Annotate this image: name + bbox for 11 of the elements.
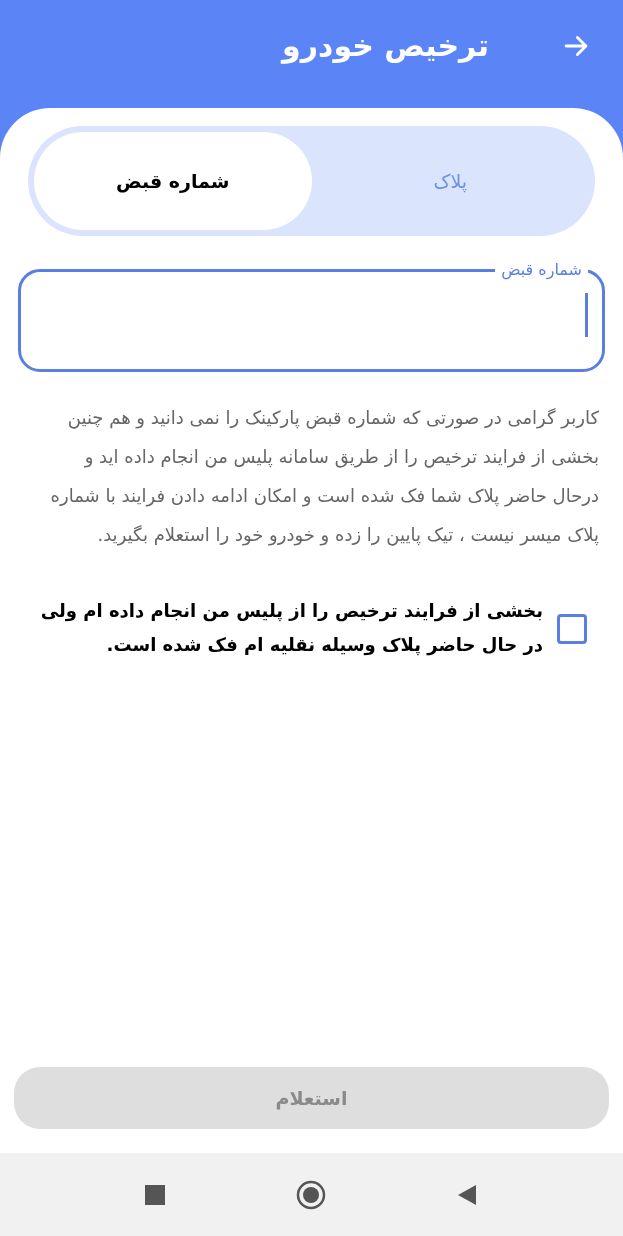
checkbox[interactable]: [557, 614, 587, 644]
notice-paragraph: کاربر گرامی در صورتی که شماره قبض پارکینک را نمی دانید و هم چنین بخشی از فرایند ترخیص را از طریق سامانه پلیس من انجام داده اید و درحال حاضر پلاک شما فک شده است و امکان ادامه دادن فرایند با شماره پلاک میسر نیست ، تیک پایین را زده و خودرو خود را استعلام بگیرید.: [49, 406, 600, 548]
checkbox-label: بخشی از فرایند ترخیص را از پلیس من انجام داده ام ولی در حال حاضر پلاک وسیله نقلیه ام فک شده است.: [39, 599, 543, 658]
text-cursor: [585, 293, 588, 337]
tab[interactable]: پلاک: [311, 132, 589, 230]
home-circle-icon[interactable]: [295, 1179, 326, 1210]
tab[interactable]: شماره قبض: [34, 132, 312, 230]
page-title: ترخیص خودرو: [282, 27, 489, 66]
field-label: شماره قبض: [500, 260, 583, 280]
recents-square-icon[interactable]: [145, 1184, 166, 1205]
receipt-number-field[interactable]: شماره قبض: [18, 260, 605, 372]
